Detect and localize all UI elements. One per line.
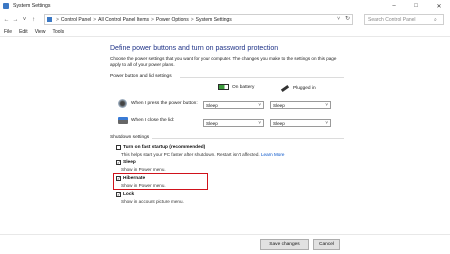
section-divider xyxy=(152,138,344,139)
search-icon[interactable]: ⌕ xyxy=(434,17,443,23)
power-button-label: When I press the power button: xyxy=(131,101,198,106)
breadcrumb-separator: > xyxy=(93,16,97,23)
forward-arrow-icon[interactable]: → xyxy=(11,15,20,25)
laptop-lid-icon xyxy=(118,117,128,124)
search-input[interactable]: Search Control Panel ⌕ xyxy=(364,14,444,25)
lid-battery-value: Sleep xyxy=(206,120,218,126)
page-intro: Choose the power settings that you want … xyxy=(110,56,337,67)
plug-icon xyxy=(280,84,290,92)
menu-view[interactable]: View xyxy=(35,29,46,35)
learn-more-link[interactable]: Learn More xyxy=(261,152,285,157)
chevron-down-icon: ˅ xyxy=(258,120,261,125)
lid-battery-select[interactable]: Sleep ˅ xyxy=(203,119,264,127)
page-title: Define power buttons and turn on passwor… xyxy=(110,45,279,52)
footer-divider xyxy=(0,234,450,235)
up-arrow-icon[interactable]: ↑ xyxy=(29,15,38,25)
lock-description: Show in account picture menu. xyxy=(121,199,184,204)
refresh-icon[interactable]: ↻ xyxy=(345,15,350,22)
menu-edit[interactable]: Edit xyxy=(19,29,28,35)
lid-plugged-select[interactable]: Sleep ˅ xyxy=(270,119,331,127)
plugged-in-header: Plugged in xyxy=(280,84,316,92)
on-battery-label: On battery xyxy=(232,84,255,90)
save-changes-button[interactable]: Save changes xyxy=(260,239,309,250)
control-panel-icon xyxy=(47,17,52,22)
power-button-row-label: When I press the power button: xyxy=(118,99,198,108)
menu-bar: File Edit View Tools xyxy=(0,27,450,37)
breadcrumb-separator: > xyxy=(190,16,194,23)
power-section-title: Power button and lid settings xyxy=(110,74,172,79)
lid-label: When I close the lid: xyxy=(131,118,175,123)
sleep-option[interactable]: ✓ Sleep xyxy=(116,160,136,165)
breadcrumb-separator: > xyxy=(151,16,154,23)
fast-startup-description: This helps start your PC faster after sh… xyxy=(121,152,284,157)
section-divider xyxy=(180,77,344,78)
sleep-checkbox[interactable]: ✓ xyxy=(116,160,121,165)
chevron-down-icon: ˅ xyxy=(258,102,261,107)
sleep-title: Sleep xyxy=(123,160,136,165)
address-bar[interactable]: > Control Panel > All Control Panel Item… xyxy=(44,14,353,25)
power-button-plugged-select[interactable]: Sleep ˅ xyxy=(270,101,331,109)
on-battery-header: On battery xyxy=(218,84,254,90)
battery-icon xyxy=(218,84,229,90)
minimize-button[interactable]: – xyxy=(383,0,405,12)
title-bar: System Settings – □ ✕ xyxy=(0,0,450,12)
menu-file[interactable]: File xyxy=(4,29,12,35)
lid-row-label: When I close the lid: xyxy=(118,117,174,124)
address-dropdown-icon[interactable]: ˅ xyxy=(337,16,340,22)
recent-locations-icon[interactable]: ˅ xyxy=(20,15,29,25)
lock-title: Lock xyxy=(123,192,135,197)
breadcrumb-separator: > xyxy=(56,16,59,23)
maximize-button[interactable]: □ xyxy=(405,0,427,12)
menu-tools[interactable]: Tools xyxy=(52,29,64,35)
window-title: System Settings xyxy=(13,3,51,9)
hibernate-highlight-box xyxy=(113,173,208,190)
breadcrumb-control-panel[interactable]: Control Panel xyxy=(61,17,91,23)
breadcrumb-all-items[interactable]: All Control Panel Items xyxy=(98,17,149,23)
lid-plugged-value: Sleep xyxy=(273,120,285,126)
app-icon xyxy=(3,3,9,9)
fast-startup-title: Turn on fast startup (recommended) xyxy=(123,145,206,150)
lock-checkbox[interactable]: ✓ xyxy=(116,192,121,197)
breadcrumb-system-settings[interactable]: System Settings xyxy=(196,17,232,23)
power-button-battery-value: Sleep xyxy=(206,102,218,108)
lock-option[interactable]: ✓ Lock xyxy=(116,192,134,197)
fast-startup-option[interactable]: Turn on fast startup (recommended) xyxy=(116,145,205,150)
close-button[interactable]: ✕ xyxy=(428,0,450,12)
search-placeholder: Search Control Panel xyxy=(368,16,416,23)
plugged-in-label: Plugged in xyxy=(293,85,316,91)
power-button-plugged-value: Sleep xyxy=(273,102,285,108)
chevron-down-icon: ˅ xyxy=(325,120,328,125)
fast-startup-desc-text: This helps start your PC faster after sh… xyxy=(121,152,260,157)
power-button-battery-select[interactable]: Sleep ˅ xyxy=(203,101,264,109)
cancel-button[interactable]: Cancel xyxy=(313,239,340,250)
fast-startup-checkbox[interactable] xyxy=(116,145,121,150)
sleep-description: Show in Power menu. xyxy=(121,167,166,172)
back-arrow-icon[interactable]: ← xyxy=(2,15,11,25)
breadcrumb-power-options[interactable]: Power Options xyxy=(156,17,189,23)
chevron-down-icon: ˅ xyxy=(325,102,328,107)
shutdown-section-title: Shutdown settings xyxy=(110,135,150,140)
power-button-icon xyxy=(118,99,127,108)
